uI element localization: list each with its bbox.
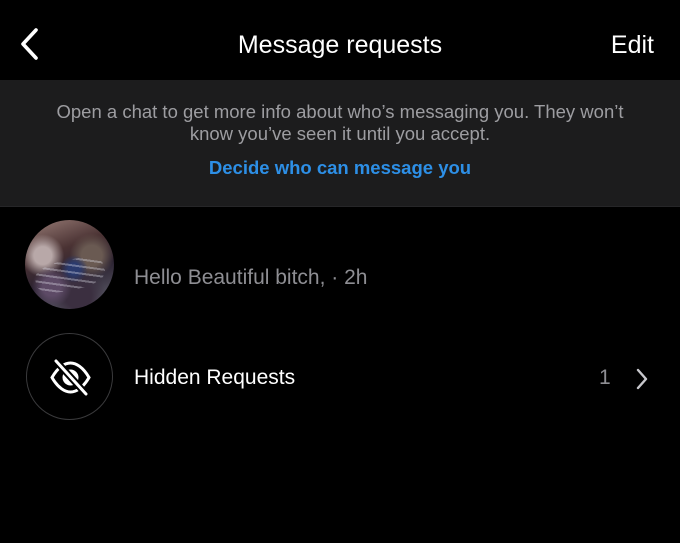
chevron-right-icon [636,368,648,390]
info-banner: Open a chat to get more info about who’s… [0,80,680,207]
hidden-requests-icon-circle [26,333,113,420]
decide-who-can-message-link[interactable]: Decide who can message you [0,156,680,180]
nav-header: Message requests Edit [0,0,680,80]
info-text: Open a chat to get more info about who’s… [56,101,624,144]
page-title: Message requests [237,31,443,59]
back-button[interactable] [14,24,50,64]
edit-button[interactable]: Edit [611,28,654,62]
message-request-item[interactable]: Hello Beautiful bitch, · 2h [0,214,680,314]
hidden-requests-label: Hidden Requests [134,366,296,389]
message-preview: Hello Beautiful bitch, · 2h [134,266,368,289]
avatar[interactable] [25,220,114,309]
eye-slash-icon [50,357,91,398]
hidden-requests-count: 1 [599,366,611,389]
chevron-left-icon [21,28,38,60]
hidden-requests-row[interactable]: Hidden Requests 1 [0,327,680,427]
